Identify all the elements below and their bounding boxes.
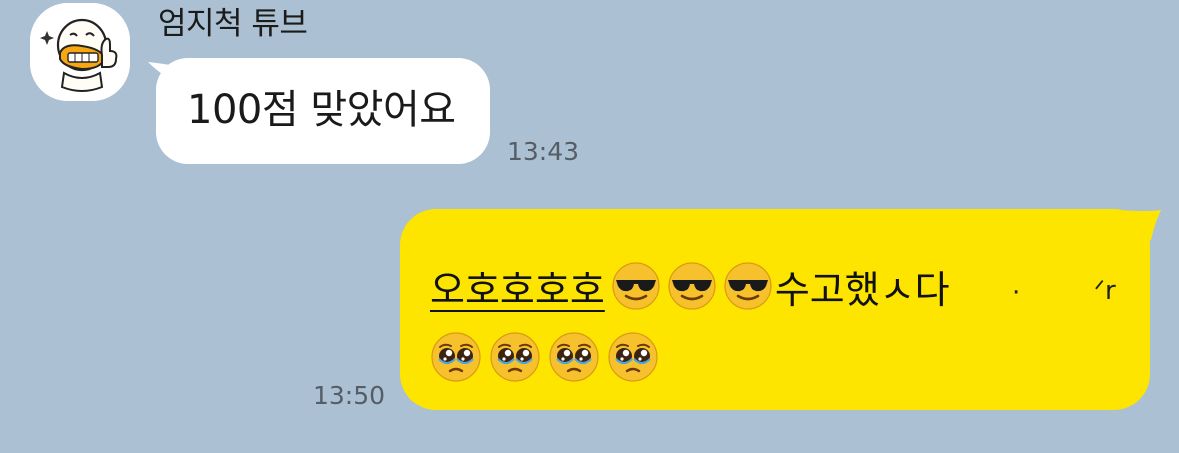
outgoing-after-text: 수고했ㅅ다: [774, 267, 950, 312]
outgoing-message-line-1: 오호호호호 수고했ㅅ다: [430, 259, 950, 314]
tube-duck-avatar-icon: [30, 3, 130, 101]
sender-avatar[interactable]: [30, 3, 130, 101]
trailing-mark-2: ᐟr: [1094, 276, 1116, 306]
outgoing-message-line-2: [430, 330, 666, 384]
outgoing-message-time: 13:50: [313, 381, 386, 410]
sender-name: 엄지척 튜브: [158, 6, 308, 42]
outgoing-message-bubble[interactable]: 오호호호호 수고했ㅅ다 · ᐟr: [400, 209, 1161, 410]
pleading-face-emoji-icon: [607, 331, 659, 383]
sunglasses-emoji-icon: [667, 261, 717, 311]
incoming-message-time: 13:43: [507, 137, 580, 166]
outgoing-main-text[interactable]: 오호호호호: [430, 259, 605, 314]
pleading-face-emoji-icon: [489, 331, 541, 383]
sunglasses-emoji-icon: [611, 261, 661, 311]
pleading-face-emoji-icon: [548, 331, 600, 383]
incoming-message-text: 100점 맞았어요: [187, 87, 456, 133]
pleading-face-emoji-icon: [430, 331, 482, 383]
outgoing-bubble-tail: [1121, 210, 1161, 240]
incoming-message-bubble[interactable]: 100점 맞았어요: [148, 58, 490, 164]
trailing-mark-1: ·: [1012, 278, 1021, 308]
sunglasses-emoji-icon: [723, 261, 773, 311]
